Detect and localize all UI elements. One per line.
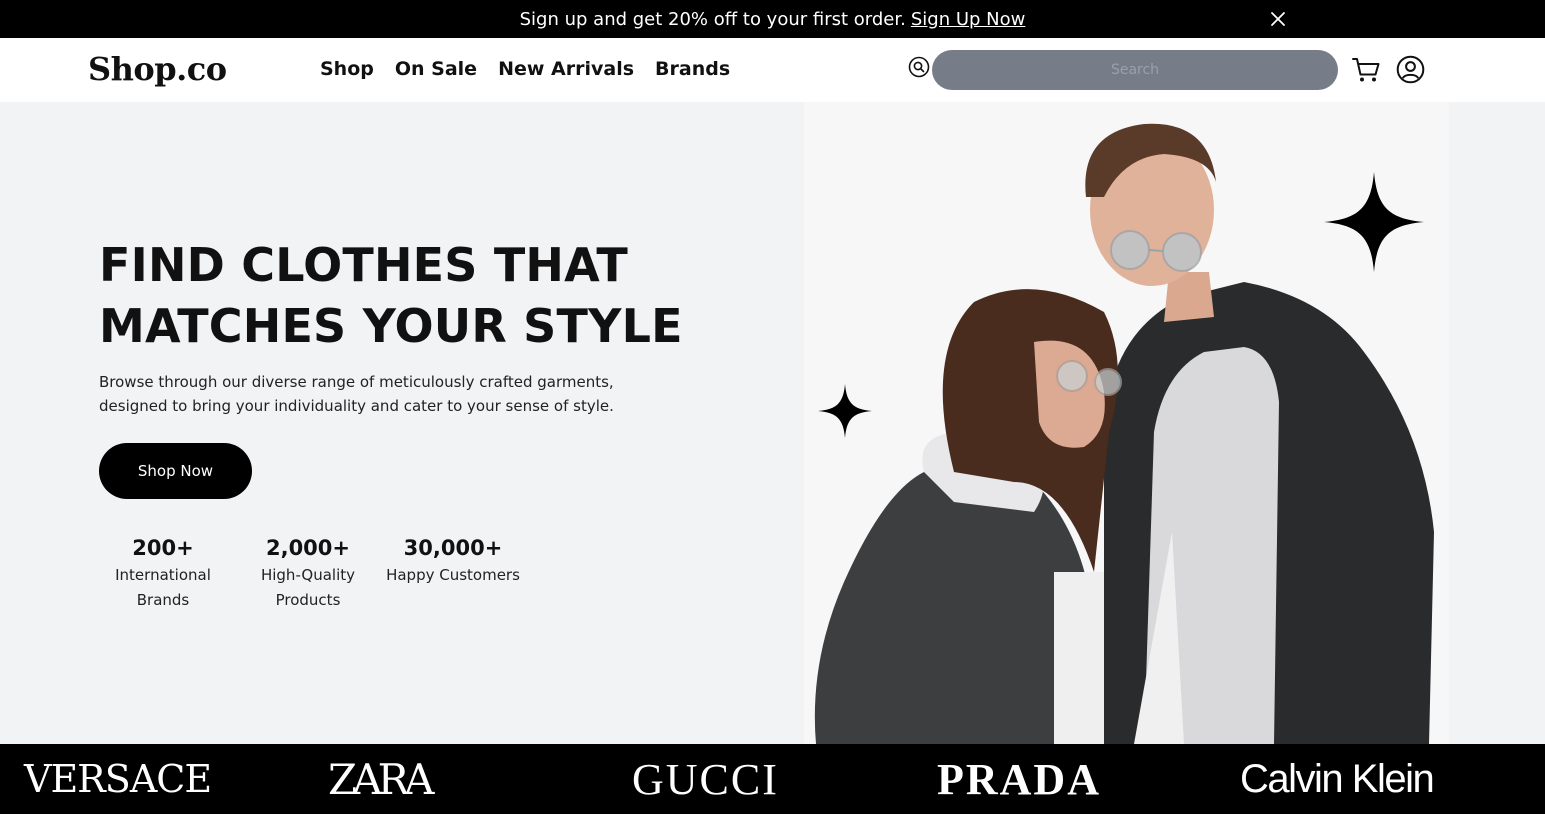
stat-label-line-2: Products	[275, 591, 341, 609]
headline-line-2: MATCHES YOUR STYLE	[99, 299, 683, 353]
sign-up-link[interactable]: Sign Up Now	[911, 9, 1026, 30]
cart-icon[interactable]	[1351, 56, 1381, 84]
nav-shop[interactable]: Shop	[320, 58, 374, 80]
hero-headline: FIND CLOTHES THAT MATCHES YOUR STYLE	[99, 235, 749, 357]
brand-logo-strip: VERSACE ZARA GUCCI PRADA Calvin Klein	[0, 744, 1545, 814]
stat-label-line-2: Brands	[136, 591, 190, 609]
shop-now-button[interactable]: Shop Now	[99, 443, 252, 499]
brand-logo-versace: VERSACE	[24, 757, 212, 801]
stat-brands: 200+ International Brands	[99, 534, 227, 612]
brand-logo-gucci: GUCCI	[632, 754, 779, 804]
stat-label-line-1: Happy Customers	[386, 566, 520, 584]
main-nav: Shop On Sale New Arrivals Brands	[320, 58, 730, 80]
nav-on-sale[interactable]: On Sale	[395, 58, 477, 80]
search-icon[interactable]	[908, 56, 930, 78]
brand-logo-prada: PRADA	[937, 754, 1101, 804]
close-icon[interactable]	[1268, 9, 1288, 29]
stat-label-line-1: High-Quality	[260, 566, 356, 584]
nav-new-arrivals[interactable]: New Arrivals	[498, 58, 634, 80]
stat-customers: 30,000+ Happy Customers	[383, 534, 523, 587]
hero-subtext: Browse through our diverse range of meti…	[99, 373, 614, 415]
site-header: Shop.co Shop On Sale New Arrivals Brands	[0, 38, 1545, 102]
page-bottom-edge	[0, 814, 1545, 828]
headline-line-1: FIND CLOTHES THAT	[99, 238, 628, 292]
stat-products: 2,000+ High-Quality Products	[248, 534, 368, 612]
stat-label-line-1: International	[115, 566, 211, 584]
search-input[interactable]	[932, 50, 1338, 90]
hero-section: FIND CLOTHES THAT MATCHES YOUR STYLE Bro…	[0, 102, 1545, 744]
user-icon[interactable]	[1396, 55, 1425, 84]
promo-bar: Sign up and get 20% off to your first or…	[0, 0, 1545, 38]
brand-logo-zara: ZARA	[328, 754, 434, 804]
stat-value: 2,000+	[265, 536, 351, 560]
sparkle-decoration-small	[818, 384, 872, 438]
stat-value: 30,000+	[403, 536, 503, 560]
logo[interactable]: Shop.co	[88, 50, 227, 88]
sparkle-decoration-large	[1324, 172, 1424, 272]
promo-text: Sign up and get 20% off to your first or…	[519, 8, 906, 30]
stat-value: 200+	[132, 536, 194, 560]
brand-logo-calvin-klein: Calvin Klein	[1240, 756, 1435, 801]
nav-brands[interactable]: Brands	[655, 58, 730, 80]
